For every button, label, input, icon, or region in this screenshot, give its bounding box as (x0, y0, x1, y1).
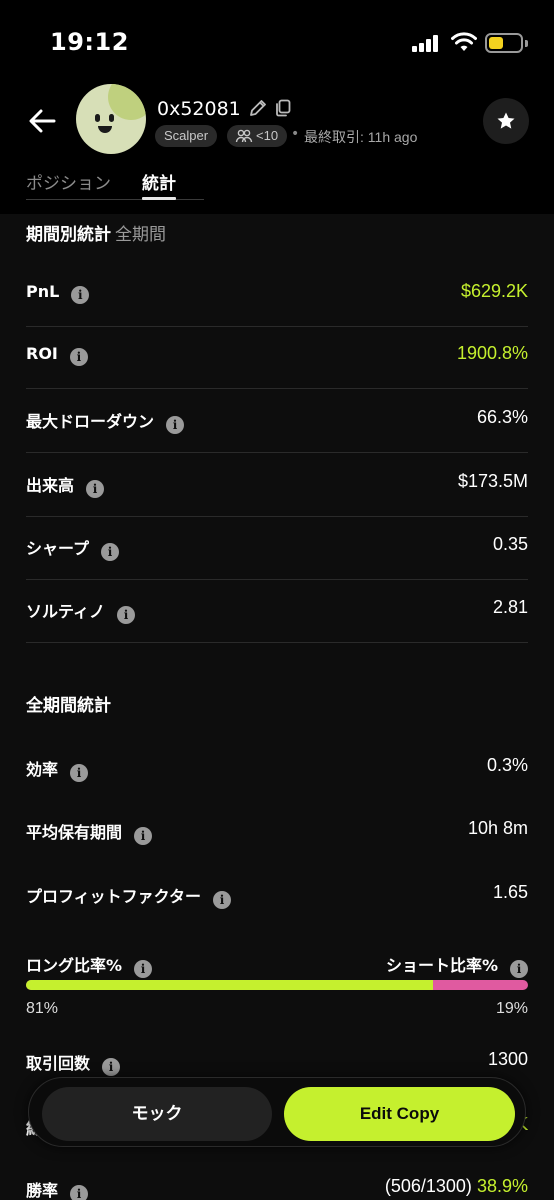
long-ratio-value: 81% (26, 1000, 59, 1017)
stat-row-sortino: ソルティノ i 2.81 (26, 579, 528, 643)
last-trade: 最終取引: 11h ago (304, 129, 418, 145)
status-bar: 19:12 (0, 0, 554, 78)
info-icon[interactable]: i (134, 827, 153, 845)
users-icon (235, 129, 253, 143)
all-time-stats-heading: 全期間統計 (26, 696, 111, 716)
tab-stats[interactable]: 統計 (142, 169, 176, 194)
stat-row-win-rate: 勝率 i (506/1300) 38.9% (26, 1174, 528, 1200)
stat-row-sharpe: シャープ i 0.35 (26, 516, 528, 580)
info-icon[interactable]: i (101, 543, 120, 561)
stat-value: 2.81 (492, 597, 528, 617)
info-icon[interactable]: i (134, 960, 153, 978)
status-time: 19:12 (50, 28, 129, 56)
stat-value: 1900.8% (456, 343, 528, 363)
info-icon[interactable]: i (70, 764, 89, 782)
stat-row-roi: ROI i 1900.8% (26, 325, 528, 389)
mock-button[interactable]: モック (42, 1087, 272, 1141)
stat-value: $173.5M (457, 471, 528, 491)
profile-header: 0x52081 Scalper <10 • 最終取引: 11h ago ポジショ… (0, 78, 554, 214)
battery-icon (485, 33, 523, 53)
period-selector[interactable]: 全期間 (115, 225, 166, 245)
back-arrow-icon[interactable] (26, 104, 60, 138)
info-icon[interactable]: i (70, 1185, 89, 1200)
info-icon[interactable]: i (69, 348, 88, 366)
stat-row-volume: 出来高 i $173.5M (26, 453, 528, 517)
stat-value: 66.3% (476, 407, 528, 427)
long-ratio-label: ロング比率% (26, 956, 123, 975)
stat-row-efficiency: 効率 i 0.3% (26, 755, 528, 782)
action-bar: モック Edit Copy (28, 1077, 526, 1147)
stat-value: 1.65 (492, 882, 528, 902)
wifi-icon (451, 32, 477, 51)
info-icon[interactable]: i (166, 416, 185, 434)
info-icon[interactable]: i (213, 891, 232, 909)
stat-value: 0.3% (486, 755, 528, 775)
info-icon[interactable]: i (71, 286, 90, 304)
pencil-icon[interactable] (248, 98, 268, 118)
star-icon (497, 112, 515, 129)
followers-badge: <10 (227, 125, 288, 147)
long-short-ratio-bar (26, 980, 528, 990)
info-icon[interactable]: i (117, 606, 136, 624)
wallet-address: 0x52081 (157, 98, 241, 120)
stat-value: 10h 8m (467, 818, 528, 838)
short-ratio-value: 19% (495, 1000, 528, 1017)
info-icon[interactable]: i (510, 960, 528, 978)
stat-value: 0.35 (492, 534, 528, 554)
long-ratio-fill (26, 980, 433, 990)
tab-positions[interactable]: ポジション (26, 169, 111, 194)
copy-icon[interactable] (273, 98, 293, 118)
favorite-button[interactable] (483, 98, 529, 144)
info-icon[interactable]: i (86, 480, 105, 498)
stat-value: $629.2K (460, 281, 528, 301)
signal-icon (412, 34, 442, 52)
trader-type-badge: Scalper (155, 125, 218, 147)
win-rate-detail: (506/1300) (384, 1176, 472, 1196)
stat-row-pnl: PnL i $629.2K (26, 263, 528, 327)
stat-row-max-drawdown: 最大ドローダウン i 66.3% (26, 389, 528, 453)
stat-row-avg-holding: 平均保有期間 i 10h 8m (26, 818, 528, 845)
stat-value: 1300 (487, 1049, 528, 1069)
avatar (76, 84, 146, 154)
stat-row-profit-factor: プロフィットファクター i 1.65 (26, 882, 528, 909)
followers-count: <10 (256, 128, 279, 143)
info-icon[interactable]: i (102, 1058, 121, 1076)
win-rate-value: 38.9% (476, 1176, 528, 1196)
period-stats-heading: 期間別統計 全期間 (26, 225, 166, 245)
active-tab-indicator (142, 197, 176, 200)
edit-copy-button[interactable]: Edit Copy (284, 1087, 515, 1141)
long-short-ratio-header: ロング比率% i ショート比率% i (26, 948, 528, 978)
short-ratio-label: ショート比率% (385, 956, 498, 975)
